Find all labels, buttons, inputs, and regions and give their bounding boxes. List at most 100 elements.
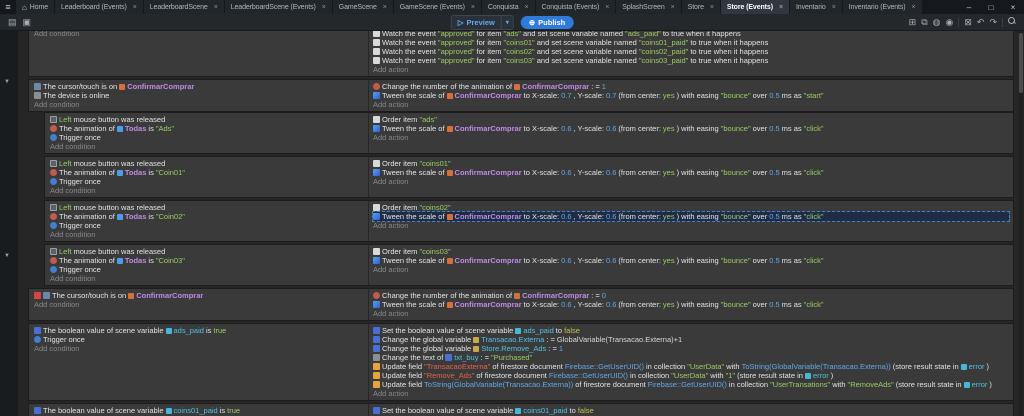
action-row[interactable]: Tween the scale of ConfirmarComprar to X… bbox=[373, 124, 1009, 133]
action-row[interactable]: Watch the event "approved" for item "coi… bbox=[373, 56, 1009, 65]
add-condition-link[interactable]: Add condition bbox=[50, 230, 368, 239]
tab-close-icon[interactable]: × bbox=[710, 4, 714, 11]
preview-button[interactable]: ▷ Preview ▾ bbox=[450, 14, 514, 30]
minimize-window-icon[interactable]: – bbox=[958, 0, 980, 14]
condition-row[interactable]: The animation of Todas is "Coin01" bbox=[50, 168, 368, 177]
add-subevent-icon[interactable]: ⧉ bbox=[921, 17, 927, 27]
conditions-cell[interactable]: The cursor/touch is on ConfirmarComprar A… bbox=[29, 289, 369, 320]
event-block[interactable]: Add condition Watch the event "approved" … bbox=[28, 31, 1014, 77]
actions-cell[interactable]: Order item "coins02" Tween the scale of C… bbox=[369, 201, 1013, 241]
tab-leaderboardscene-events[interactable]: LeaderboardScene (Events) × bbox=[224, 0, 333, 14]
tab-close-icon[interactable]: × bbox=[525, 4, 529, 11]
action-row[interactable]: Update field ToString(GlobalVariable(Tra… bbox=[373, 380, 1009, 389]
action-row[interactable]: Change the number of the animation of Co… bbox=[373, 291, 1009, 300]
tab-close-icon[interactable]: × bbox=[912, 4, 916, 11]
add-action-link[interactable]: Add action bbox=[373, 309, 1009, 318]
event-block[interactable]: The cursor/touch is on ConfirmarComprar T… bbox=[28, 79, 1014, 112]
conditions-cell[interactable]: Left mouse button was released The animat… bbox=[45, 157, 369, 197]
condition-row[interactable]: Left mouse button was released bbox=[50, 247, 368, 256]
add-condition-link[interactable]: Add condition bbox=[34, 344, 368, 353]
action-row[interactable]: Order item "coins01" bbox=[373, 159, 1009, 168]
add-action-link[interactable]: Add action bbox=[373, 221, 1009, 230]
fold-arrow-icon[interactable]: ▼ bbox=[4, 79, 10, 85]
tab-close-icon[interactable]: × bbox=[832, 4, 836, 11]
tab-leaderboardscene[interactable]: LeaderboardScene × bbox=[143, 0, 225, 14]
add-action-link[interactable]: Add action bbox=[373, 389, 1009, 398]
conditions-cell[interactable]: The boolean value of scene variable ads_… bbox=[29, 324, 369, 400]
tab-close-icon[interactable]: × bbox=[133, 4, 137, 11]
action-row-selected[interactable]: Tween the scale of ConfirmarComprar to X… bbox=[372, 211, 1010, 222]
action-row[interactable]: Tween the scale of ConfirmarComprar to X… bbox=[373, 256, 1009, 265]
add-comment-icon[interactable]: ◍ bbox=[933, 17, 941, 27]
actions-cell[interactable]: Order item "coins01" Tween the scale of C… bbox=[369, 157, 1013, 197]
actions-cell[interactable]: Change the number of the animation of Co… bbox=[369, 80, 1013, 111]
tab-home[interactable]: ⌂ Home bbox=[16, 0, 56, 14]
action-row[interactable]: Change the text of txt_buy: = "Purchased… bbox=[373, 353, 1009, 362]
action-row[interactable]: Update field "TransacaoExterna" of fires… bbox=[373, 362, 1009, 371]
add-action-link[interactable]: Add action bbox=[373, 65, 1009, 74]
add-action-link[interactable]: Add action bbox=[373, 133, 1009, 142]
condition-row[interactable]: Left mouse button was released bbox=[50, 159, 368, 168]
conditions-cell[interactable]: Left mouse button was released The animat… bbox=[45, 245, 369, 285]
preview-dropdown-caret-icon[interactable]: ▾ bbox=[500, 15, 513, 29]
event-block[interactable]: The boolean value of scene variable coin… bbox=[28, 403, 1014, 416]
action-row[interactable]: Change the number of the animation of Co… bbox=[373, 82, 1009, 91]
action-row[interactable]: Order item "coins03" bbox=[373, 247, 1009, 256]
conditions-cell[interactable]: The cursor/touch is on ConfirmarComprar T… bbox=[29, 80, 369, 111]
event-block[interactable]: The boolean value of scene variable ads_… bbox=[28, 323, 1014, 401]
scrollbar-thumb[interactable] bbox=[1019, 33, 1023, 93]
conditions-cell[interactable]: The boolean value of scene variable coin… bbox=[29, 404, 369, 416]
action-row[interactable]: Set the boolean value of scene variable … bbox=[373, 406, 1009, 415]
add-action-link[interactable]: Add action bbox=[373, 265, 1009, 274]
condition-row[interactable]: The animation of Todas is "Coin03" bbox=[50, 256, 368, 265]
tab-inventario[interactable]: Inventario × bbox=[789, 0, 843, 14]
undo-icon[interactable]: ↶ bbox=[977, 17, 985, 27]
actions-cell[interactable]: Watch the event "approved" for item "ads… bbox=[369, 31, 1013, 76]
close-window-icon[interactable]: × bbox=[1002, 0, 1024, 14]
condition-row[interactable]: Trigger once bbox=[50, 177, 368, 186]
add-condition-link[interactable]: Add condition bbox=[50, 142, 368, 151]
tab-splashscreen[interactable]: SplashScreen × bbox=[616, 0, 682, 14]
tab-close-icon[interactable]: × bbox=[779, 4, 783, 11]
condition-row[interactable]: The boolean value of scene variable ads_… bbox=[34, 326, 368, 335]
action-row[interactable]: Watch the event "approved" for item "coi… bbox=[373, 47, 1009, 56]
scene-editor-icon[interactable]: ▣ bbox=[23, 17, 32, 27]
tab-gamescene[interactable]: GameScene × bbox=[332, 0, 394, 14]
add-action-link[interactable]: Add action bbox=[373, 177, 1009, 186]
action-row[interactable]: Watch the event "approved" for item "ads… bbox=[373, 31, 1009, 38]
tab-inventario-events[interactable]: Inventario (Events) × bbox=[842, 0, 923, 14]
conditions-cell[interactable]: Left mouse button was released The animat… bbox=[45, 201, 369, 241]
tab-close-icon[interactable]: × bbox=[671, 4, 675, 11]
tab-store-events[interactable]: Store (Events) × bbox=[720, 0, 790, 14]
action-row[interactable]: Tween the scale of ConfirmarComprar to X… bbox=[373, 91, 1009, 100]
action-row[interactable]: Tween the scale of ConfirmarComprar to X… bbox=[373, 300, 1009, 309]
action-row[interactable]: Order item "coins02" bbox=[373, 203, 1009, 212]
condition-row[interactable]: The boolean value of scene variable coin… bbox=[34, 406, 368, 415]
action-row[interactable]: Change the global variable Store.Remove_… bbox=[373, 344, 1009, 353]
tab-close-icon[interactable]: × bbox=[214, 4, 218, 11]
tab-close-icon[interactable]: × bbox=[383, 4, 387, 11]
condition-row[interactable]: The animation of Todas is "Coin02" bbox=[50, 212, 368, 221]
add-event-icon[interactable]: ⊞ bbox=[909, 17, 917, 27]
hamburger-menu-icon[interactable]: ≡ bbox=[0, 0, 16, 14]
actions-cell[interactable]: Order item "ads" Tween the scale of Confi… bbox=[369, 113, 1013, 153]
publish-button[interactable]: ⊕ Publish bbox=[520, 15, 574, 29]
add-condition-link[interactable]: Add condition bbox=[50, 186, 368, 195]
action-row[interactable]: Watch the event "approved" for item "coi… bbox=[373, 38, 1009, 47]
vertical-scrollbar[interactable] bbox=[1019, 31, 1023, 416]
condition-row[interactable]: The cursor/touch is on ConfirmarComprar bbox=[34, 82, 368, 91]
condition-row[interactable]: Trigger once bbox=[50, 265, 368, 274]
add-condition-link[interactable]: Add condition bbox=[34, 300, 368, 309]
condition-row[interactable]: Trigger once bbox=[50, 133, 368, 142]
choose-event-icon[interactable]: ◉ bbox=[946, 17, 954, 27]
actions-cell[interactable]: Change the number of the animation of Co… bbox=[369, 289, 1013, 320]
condition-row[interactable]: Trigger once bbox=[34, 335, 368, 344]
condition-row[interactable]: The cursor/touch is on ConfirmarComprar bbox=[34, 291, 368, 300]
tab-store[interactable]: Store × bbox=[681, 0, 721, 14]
action-row[interactable]: Order item "ads" bbox=[373, 115, 1009, 124]
event-block[interactable]: Left mouse button was released The animat… bbox=[44, 156, 1014, 198]
event-block[interactable]: The cursor/touch is on ConfirmarComprar A… bbox=[28, 288, 1014, 321]
tab-leaderboard-events[interactable]: Leaderboard (Events) × bbox=[55, 0, 144, 14]
action-row[interactable]: Set the boolean value of scene variable … bbox=[373, 326, 1009, 335]
tab-close-icon[interactable]: × bbox=[322, 4, 326, 11]
